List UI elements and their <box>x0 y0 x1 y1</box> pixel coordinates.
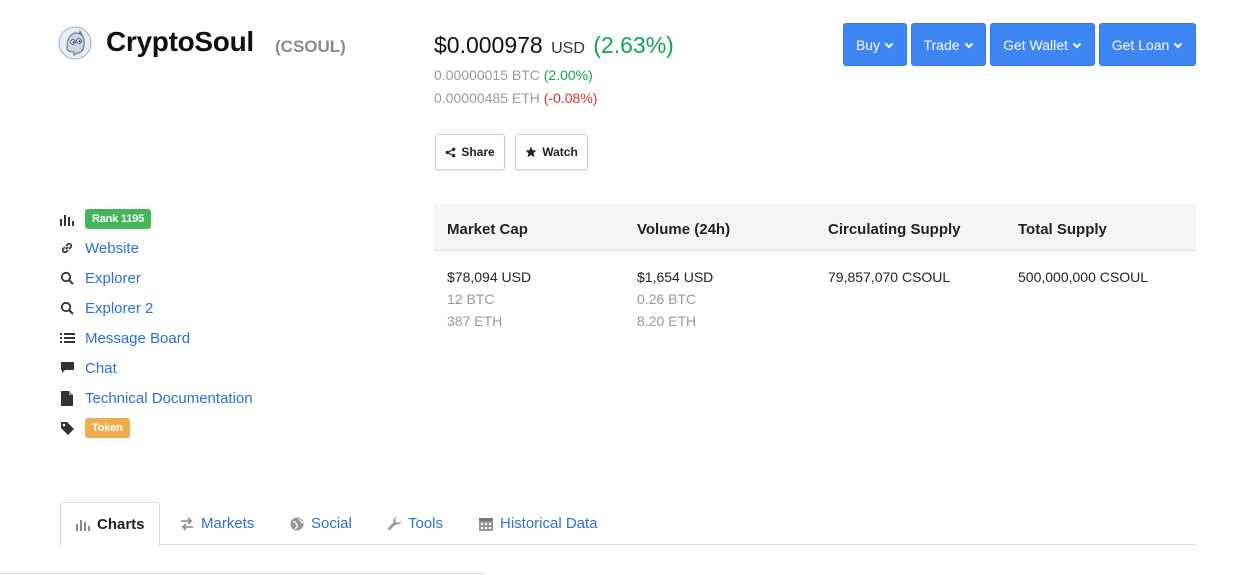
chat-link[interactable]: Chat <box>85 360 117 377</box>
calendar-icon <box>479 517 493 531</box>
get-wallet-button[interactable]: Get Wallet <box>990 23 1095 66</box>
market-cap-eth: 387 ETH <box>447 313 503 329</box>
total-supply-header: Total Supply <box>1018 221 1107 238</box>
get-loan-button-label: Get Loan <box>1111 36 1170 53</box>
volume-values: $1,654 USD 0.26 BTC 8.20 ETH <box>637 266 713 332</box>
tab-charts-label: Charts <box>97 515 145 533</box>
search-icon <box>58 299 76 317</box>
get-loan-button[interactable]: Get Loan <box>1099 23 1196 66</box>
tab-historical-data-label: Historical Data <box>500 515 598 532</box>
chevron-down-icon <box>1174 42 1183 48</box>
message-board-link[interactable]: Message Board <box>85 330 190 347</box>
circulating-supply-header: Circulating Supply <box>828 221 961 238</box>
market-cap-btc: 12 BTC <box>447 291 495 307</box>
volume-header: Volume (24h) <box>637 221 731 238</box>
volume-usd: $1,654 USD <box>637 269 714 285</box>
price-eth: 0.00000485 ETH (-0.08%) <box>434 90 597 106</box>
chevron-down-icon <box>964 42 973 48</box>
circulating-supply-value: 79,857,070 CSOUL <box>828 266 950 288</box>
tab-tools-label: Tools <box>408 515 444 532</box>
buy-button-label: Buy <box>855 36 881 53</box>
share-button[interactable]: Share <box>435 134 505 170</box>
token-badge: Token <box>85 418 130 438</box>
exchange-icon <box>181 516 193 531</box>
tab-tools[interactable]: Tools <box>386 502 443 545</box>
chevron-down-icon <box>1072 42 1082 48</box>
price-eth-change: (-0.08%) <box>543 90 598 106</box>
price-eth-value: 0.00000485 ETH <box>434 90 540 106</box>
total-supply-value: 500,000,000 CSOUL <box>1018 266 1148 288</box>
coin-name: CryptoSoul <box>106 26 254 57</box>
link-icon <box>58 239 76 257</box>
watch-button-label: Watch <box>542 145 578 159</box>
market-cap-usd: $78,094 USD <box>447 269 532 285</box>
bar-chart-icon <box>58 210 76 228</box>
price-btc: 0.00000015 BTC (2.00%) <box>434 67 593 83</box>
explorer-2-link[interactable]: Explorer 2 <box>85 300 153 317</box>
tab-charts[interactable]: Charts <box>60 502 160 546</box>
price-usd-value: $0.000978 <box>434 32 543 58</box>
tab-markets-label: Markets <box>201 515 255 532</box>
document-icon <box>58 389 76 407</box>
ghost-logo-icon <box>58 26 92 60</box>
market-cap-header: Market Cap <box>447 221 528 238</box>
share-button-label: Share <box>461 145 495 159</box>
rank-badge: Rank 1195 <box>85 209 152 229</box>
search-icon <box>58 269 76 287</box>
technical-docs-link[interactable]: Technical Documentation <box>85 390 253 407</box>
star-icon <box>525 146 537 158</box>
tab-bar: Charts Markets Social Tools Historical D… <box>60 502 1196 546</box>
price-usd-change: (2.63%) <box>593 32 674 58</box>
buy-button[interactable]: Buy <box>843 23 907 66</box>
globe-icon <box>290 517 304 530</box>
trade-button[interactable]: Trade <box>911 23 986 66</box>
stats-header-row: Market Cap Volume (24h) Circulating Supp… <box>434 204 1196 251</box>
share-icon <box>445 147 456 157</box>
price-btc-change: (2.00%) <box>543 67 593 83</box>
total-supply: 500,000,000 CSOUL <box>1018 269 1148 285</box>
volume-eth: 8.20 ETH <box>637 313 697 329</box>
price-usd: $0.000978 USD (2.63%) <box>434 32 674 59</box>
chat-bubble-icon <box>58 359 76 377</box>
price-usd-unit: USD <box>551 40 585 57</box>
chevron-down-icon <box>884 42 894 48</box>
tab-social[interactable]: Social <box>289 502 352 545</box>
explorer-link[interactable]: Explorer <box>85 270 141 287</box>
tab-markets[interactable]: Markets <box>179 502 254 545</box>
wrench-icon <box>387 516 401 530</box>
tab-social-label: Social <box>311 515 352 532</box>
trade-button-label: Trade <box>923 36 960 53</box>
stats-table: Market Cap Volume (24h) Circulating Supp… <box>434 204 1196 329</box>
tab-historical-data[interactable]: Historical Data <box>478 502 598 545</box>
volume-btc: 0.26 BTC <box>637 291 697 307</box>
get-wallet-button-label: Get Wallet <box>1003 36 1068 53</box>
watch-button[interactable]: Watch <box>515 134 588 170</box>
circulating-supply: 79,857,070 CSOUL <box>828 269 951 285</box>
list-icon <box>58 329 76 347</box>
coin-symbol: (CSOUL) <box>275 37 346 56</box>
bar-chart-icon <box>76 520 90 531</box>
price-btc-value: 0.00000015 BTC <box>434 67 540 83</box>
bottom-divider <box>0 573 484 574</box>
website-link[interactable]: Website <box>85 240 139 257</box>
tag-icon <box>58 419 76 437</box>
market-cap-values: $78,094 USD 12 BTC 387 ETH <box>447 266 531 332</box>
